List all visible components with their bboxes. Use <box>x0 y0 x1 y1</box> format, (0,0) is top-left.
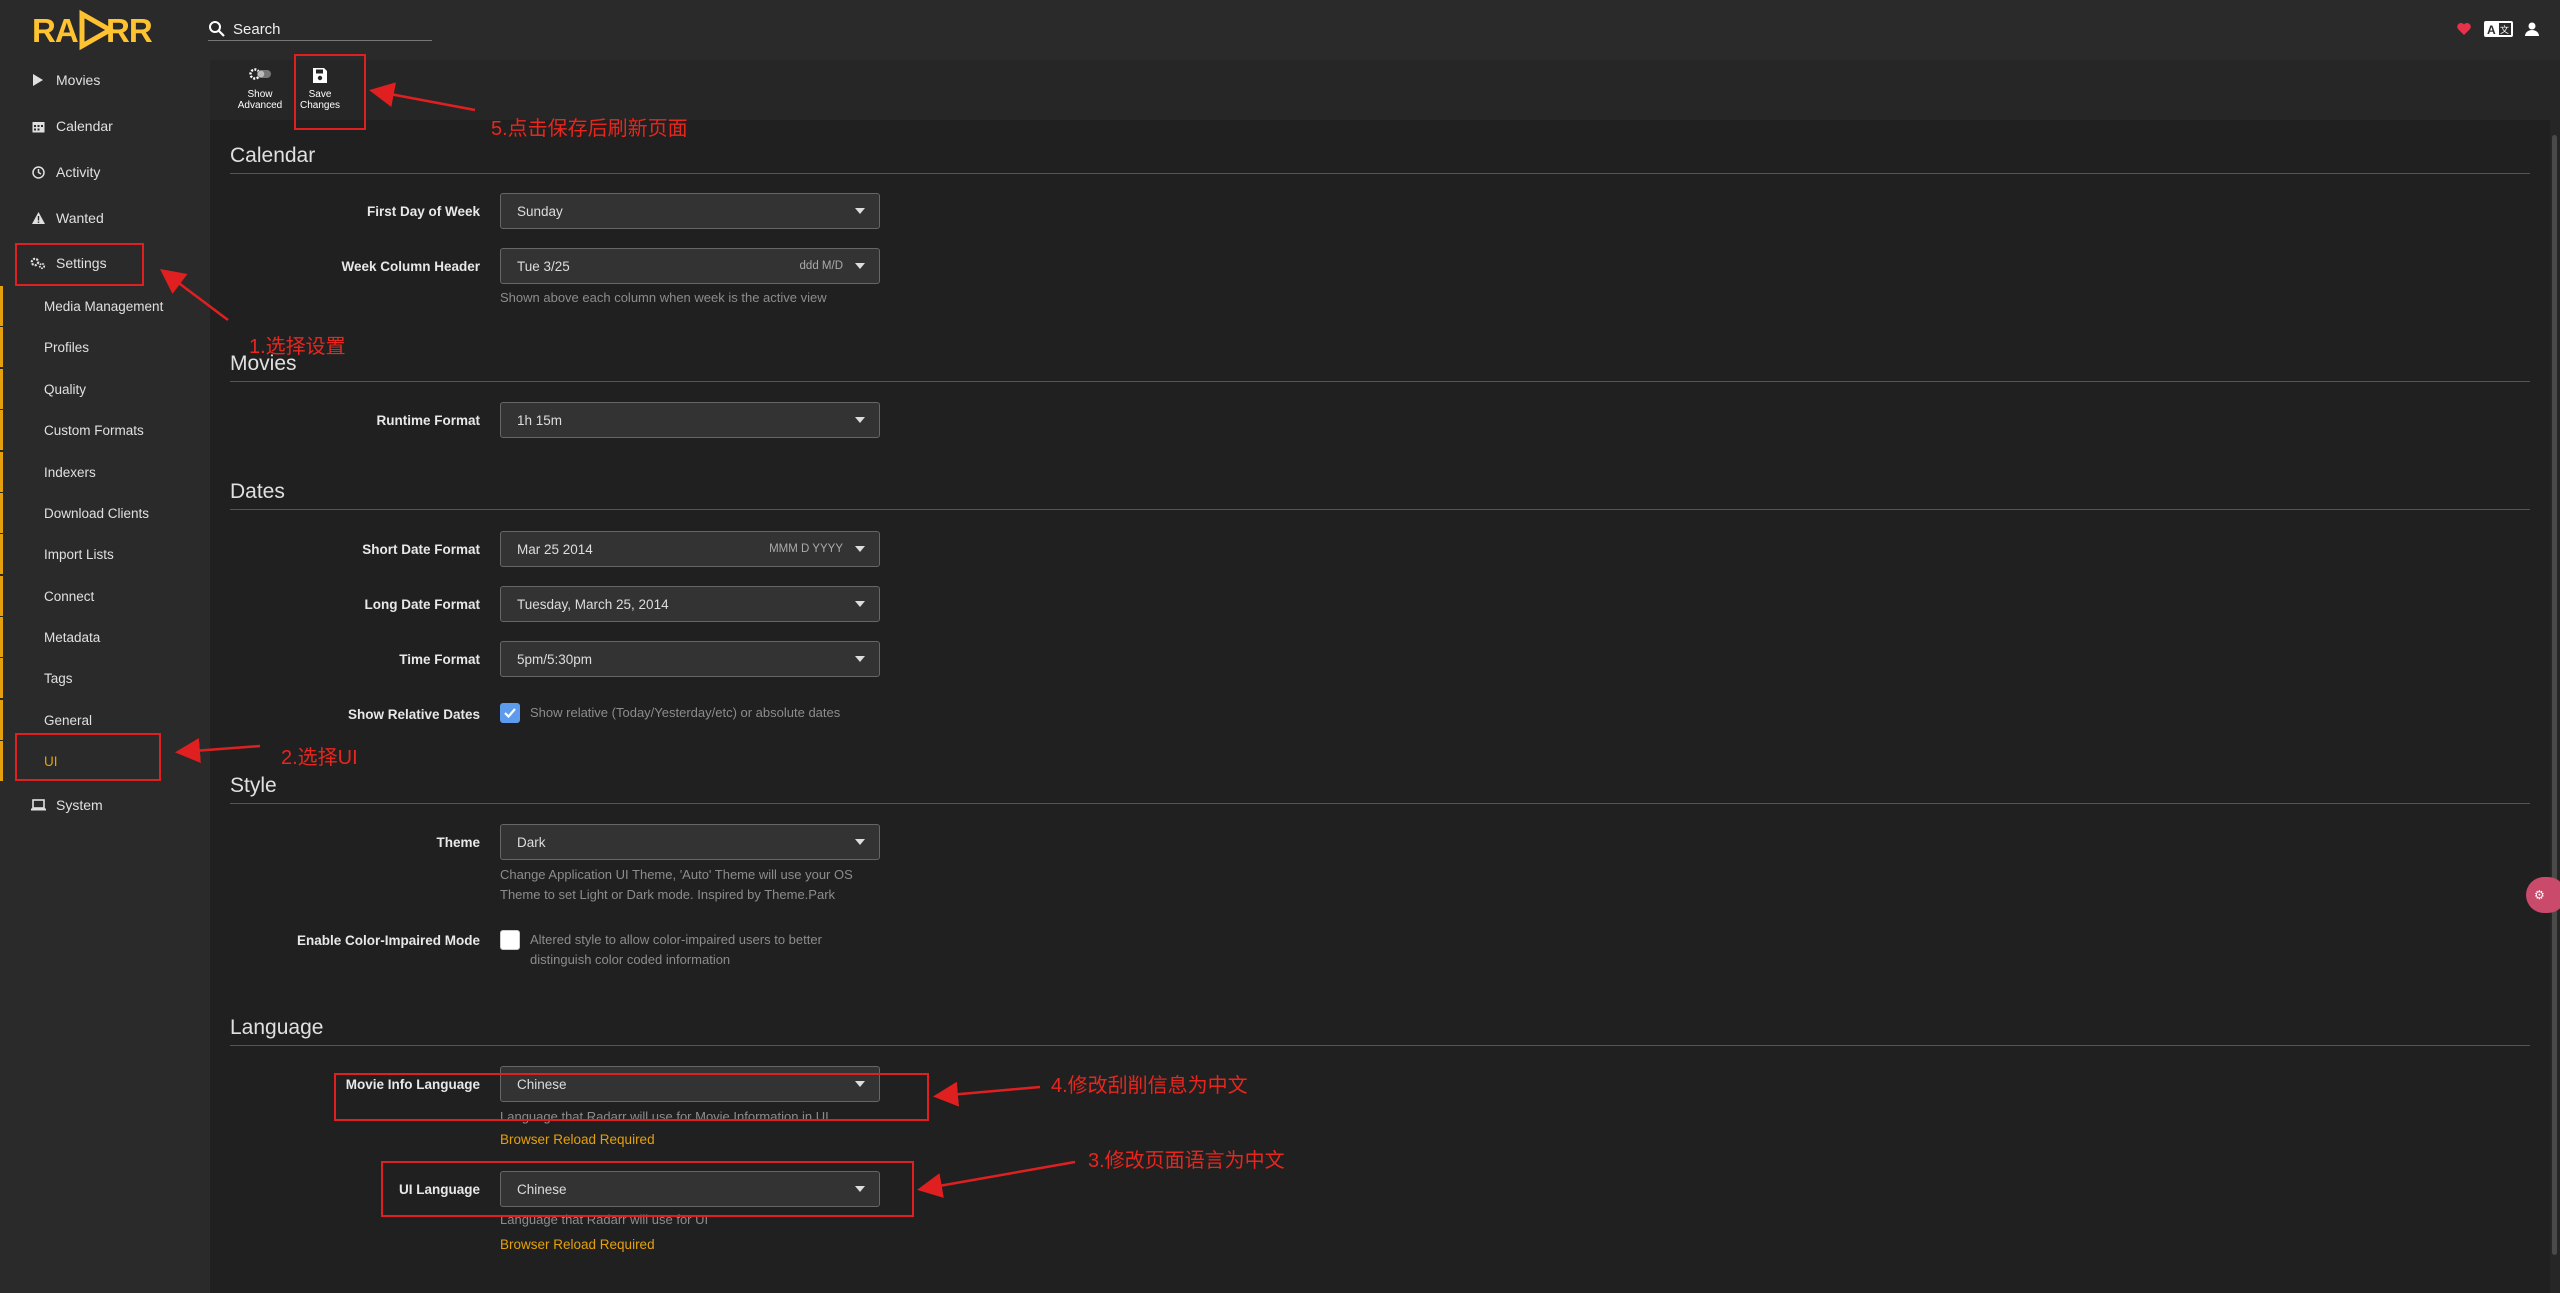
sidebar-item-movies[interactable]: Movies <box>0 60 210 100</box>
sidebar-sub-download-clients[interactable]: Download Clients <box>0 493 210 533</box>
first-day-select[interactable]: Sunday <box>500 193 880 229</box>
color-impaired-help-line-2: distinguish color coded information <box>530 952 731 967</box>
theme-label: Theme <box>436 835 480 850</box>
search-input[interactable] <box>233 19 428 39</box>
movie-info-reload-warning: Browser Reload Required <box>500 1132 655 1147</box>
sidebar-sub-quality[interactable]: Quality <box>0 369 210 409</box>
annotation-box-ui <box>15 733 161 781</box>
section-title-style: Style <box>230 774 2530 804</box>
sidebar-item-system[interactable]: System <box>0 785 210 825</box>
show-advanced-button[interactable]: Show Advanced <box>234 66 286 116</box>
section-title-calendar: Calendar <box>230 144 2530 174</box>
laptop-icon <box>30 797 46 813</box>
sidebar-sub-media-management[interactable]: Media Management <box>0 286 210 326</box>
translate-float-icon: ⚙ <box>2534 888 2545 902</box>
sidebar-item-label: Movies <box>56 72 101 88</box>
radarr-logo[interactable]: RA RR <box>32 8 157 52</box>
page-toolbar: Show Advanced Save Changes <box>210 60 2560 120</box>
long-date-select[interactable]: Tuesday, March 25, 2014 <box>500 586 880 622</box>
scrollbar-thumb[interactable] <box>2552 135 2557 1255</box>
week-header-select[interactable]: Tue 3/25 ddd M/D <box>500 248 880 284</box>
sidebar-sub-tags[interactable]: Tags <box>0 658 210 698</box>
annotation-box-movie-info <box>334 1073 929 1121</box>
long-date-label: Long Date Format <box>364 597 480 612</box>
time-format-select[interactable]: 5pm/5:30pm <box>500 641 880 677</box>
chevron-down-icon <box>855 839 865 845</box>
week-header-help: Shown above each column when week is the… <box>500 290 827 305</box>
annotation-step-1: 1.选择设置 <box>249 336 346 358</box>
translate-float-button[interactable]: ⚙ <box>2526 877 2560 913</box>
sidebar-item-calendar[interactable]: Calendar <box>0 106 210 146</box>
chevron-down-icon <box>855 601 865 607</box>
runtime-label: Runtime Format <box>376 413 480 428</box>
week-header-label: Week Column Header <box>341 259 480 274</box>
annotation-step-2: 2.选择UI <box>281 747 358 769</box>
sidebar-sub-custom-formats[interactable]: Custom Formats <box>0 410 210 450</box>
sidebar-item-label: Calendar <box>56 118 113 134</box>
time-format-label: Time Format <box>399 652 480 667</box>
chevron-down-icon <box>855 546 865 552</box>
section-title-dates: Dates <box>230 480 2530 510</box>
color-impaired-label: Enable Color-Impaired Mode <box>296 933 480 948</box>
annotation-step-4: 4.修改刮削信息为中文 <box>1051 1075 1248 1097</box>
warning-icon <box>30 210 46 226</box>
short-date-select[interactable]: Mar 25 2014 MMM D YYYY <box>500 531 880 567</box>
chevron-down-icon <box>855 263 865 269</box>
color-impaired-checkbox[interactable] <box>500 930 520 950</box>
annotation-box-settings <box>15 243 144 286</box>
play-icon <box>30 72 46 88</box>
ui-reload-warning: Browser Reload Required <box>500 1237 655 1252</box>
color-impaired-help-line-1: Altered style to allow color-impaired us… <box>530 932 822 947</box>
chevron-down-icon <box>855 417 865 423</box>
section-title-movies: Movies <box>230 352 2530 382</box>
sidebar-sub-import-lists[interactable]: Import Lists <box>0 534 210 574</box>
sidebar-item-label: System <box>56 797 103 813</box>
svg-text:RR: RR <box>106 12 153 49</box>
translate-icon[interactable]: A 文 <box>2484 19 2514 39</box>
short-date-label: Short Date Format <box>362 542 480 557</box>
sidebar-sub-metadata[interactable]: Metadata <box>0 617 210 657</box>
sidebar-sub-profiles[interactable]: Profiles <box>0 327 210 367</box>
annotation-step-3: 3.修改页面语言为中文 <box>1088 1150 1285 1172</box>
sidebar-item-label: Activity <box>56 164 101 180</box>
first-day-label: First Day of Week <box>366 204 480 219</box>
theme-help-line-1: Change Application UI Theme, 'Auto' Them… <box>500 867 853 882</box>
annotation-box-save <box>294 54 366 130</box>
svg-text:A: A <box>2487 23 2496 37</box>
theme-select[interactable]: Dark <box>500 824 880 860</box>
advanced-toggle-icon <box>249 68 271 80</box>
calendar-icon <box>30 118 46 134</box>
relative-dates-help: Show relative (Today/Yesterday/etc) or a… <box>530 705 841 720</box>
sidebar-item-wanted[interactable]: Wanted <box>0 198 210 238</box>
user-icon[interactable] <box>2524 19 2540 39</box>
relative-dates-checkbox[interactable] <box>500 703 520 723</box>
search-box[interactable] <box>208 19 432 41</box>
theme-help-line-2: Theme to set Light or Dark mode. Inspire… <box>500 887 836 902</box>
annotation-box-ui-language <box>381 1161 914 1217</box>
chevron-down-icon <box>855 656 865 662</box>
relative-dates-label: Show Relative Dates <box>347 707 480 722</box>
clock-icon <box>30 164 46 180</box>
runtime-select[interactable]: 1h 15m <box>500 402 880 438</box>
search-icon <box>209 21 225 37</box>
sidebar-item-activity[interactable]: Activity <box>0 152 210 192</box>
heart-icon[interactable] <box>2456 19 2472 39</box>
sidebar-sub-connect[interactable]: Connect <box>0 576 210 616</box>
svg-text:RA: RA <box>32 12 78 49</box>
header-bar: RA RR A 文 <box>0 0 2560 60</box>
check-icon <box>504 708 516 719</box>
section-title-language: Language <box>230 1016 2530 1046</box>
svg-text:文: 文 <box>2500 24 2509 36</box>
annotation-step-5: 5.点击保存后刷新页面 <box>491 118 688 140</box>
sidebar-item-label: Wanted <box>56 210 104 226</box>
chevron-down-icon <box>855 208 865 214</box>
sidebar-sub-indexers[interactable]: Indexers <box>0 452 210 492</box>
